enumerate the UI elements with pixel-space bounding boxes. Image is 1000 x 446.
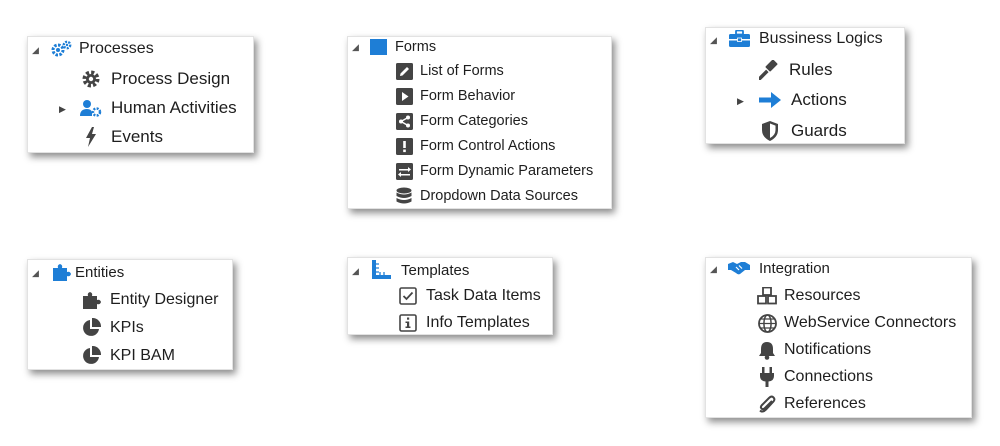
tree-node-bussiness-logics[interactable]: Bussiness Logics: [728, 28, 883, 50]
bell-icon: [757, 341, 777, 360]
business-logics-panel: ◢ Bussiness Logics Rules ▶ Actions Guard…: [705, 27, 905, 144]
tree-node-label: Actions: [791, 90, 847, 109]
tree-node-task-data-items[interactable]: Task Data Items: [398, 284, 541, 308]
tree-node-dropdown-data-sources[interactable]: Dropdown Data Sources: [394, 185, 578, 207]
tree-node-list-of-forms[interactable]: List of Forms: [394, 60, 504, 82]
collapse-toggle-icon[interactable]: ◢: [352, 267, 359, 276]
collapse-toggle-icon[interactable]: ◢: [32, 269, 39, 278]
users-gear-icon: [80, 98, 102, 118]
tree-node-label: Resources: [784, 287, 861, 304]
tree-node-label: References: [784, 395, 866, 412]
tree-node-label: Process Design: [111, 69, 231, 88]
tree-node-label: Bussiness Logics: [759, 30, 883, 47]
ruler-icon: [370, 260, 392, 280]
tree-node-label: Info Templates: [426, 314, 530, 331]
tree-node-guards[interactable]: Guards: [758, 118, 847, 144]
tree-node-label: Notifications: [784, 341, 872, 358]
pencil-icon: [394, 62, 414, 80]
briefcase-icon: [728, 30, 750, 48]
pie-chart-icon: [80, 346, 102, 366]
tree-node-label: KPIs: [110, 319, 144, 336]
tree-node-process-design[interactable]: Process Design: [80, 66, 230, 92]
cubes-icon: [757, 287, 777, 305]
tree-node-notifications[interactable]: Notifications: [757, 338, 871, 362]
tree-node-label: Form Behavior: [420, 88, 516, 104]
chevron-right-icon[interactable]: ▶: [59, 105, 66, 114]
tree-node-actions[interactable]: Actions: [758, 87, 847, 113]
forms-panel: ◢ Forms List of Forms Form Behavior Form…: [347, 36, 612, 209]
tree-node-integration[interactable]: Integration: [728, 258, 830, 278]
tree-node-label: Templates: [401, 261, 470, 279]
tree-node-webservice-connectors[interactable]: WebService Connectors: [757, 311, 956, 335]
tree-node-label: Form Dynamic Parameters: [420, 163, 594, 179]
globe-icon: [757, 313, 777, 333]
handshake-icon: [728, 261, 750, 275]
tree-node-templates[interactable]: Templates: [370, 259, 469, 281]
info-icon: [398, 314, 418, 332]
tree-node-form-dynamic-parameters[interactable]: Form Dynamic Parameters: [394, 160, 593, 182]
share-icon: [394, 112, 414, 130]
tree-node-label: Form Control Actions: [420, 138, 556, 154]
tree-node-events[interactable]: Events: [80, 124, 163, 150]
tree-node-form-behavior[interactable]: Form Behavior: [394, 85, 515, 107]
tree-node-form-categories[interactable]: Form Categories: [394, 110, 528, 132]
tree-node-label: Events: [111, 127, 163, 146]
paperclip-icon: [757, 395, 777, 414]
tree-node-forms[interactable]: Forms: [368, 37, 436, 57]
tree-node-label: Entities: [75, 263, 125, 281]
tree-node-label: Rules: [789, 60, 833, 79]
tree-node-entity-designer[interactable]: Entity Designer: [80, 288, 219, 312]
lightning-icon: [80, 127, 102, 147]
tree-node-connections[interactable]: Connections: [757, 365, 873, 389]
tree-node-label: Integration: [759, 259, 830, 277]
arrow-right-icon: [758, 91, 782, 109]
gear-icon: [80, 69, 102, 89]
shield-icon: [758, 121, 782, 141]
tree-node-entities[interactable]: Entities: [50, 261, 124, 283]
collapse-toggle-icon[interactable]: ◢: [32, 46, 39, 55]
tree-node-label: Dropdown Data Sources: [420, 188, 578, 204]
tree-node-label: Connections: [784, 368, 873, 385]
puzzle-icon: [80, 290, 102, 310]
chevron-right-icon[interactable]: ▶: [737, 97, 744, 106]
cogs-icon: [50, 40, 74, 58]
collapse-toggle-icon[interactable]: ◢: [710, 36, 717, 45]
tree-node-label: Guards: [791, 121, 847, 140]
tree-node-kpis[interactable]: KPIs: [80, 316, 144, 340]
collapse-toggle-icon[interactable]: ◢: [710, 265, 717, 274]
tree-node-label: Forms: [395, 39, 437, 55]
tree-node-human-activities[interactable]: Human Activities: [80, 95, 237, 121]
tree-node-info-templates[interactable]: Info Templates: [398, 311, 530, 335]
exclamation-icon: [394, 137, 414, 155]
plug-icon: [757, 367, 777, 387]
tree-node-label: Entity Designer: [110, 291, 219, 308]
database-icon: [394, 187, 414, 205]
entities-panel: ◢ Entities Entity Designer KPIs KPI BAM: [27, 259, 233, 370]
checkbox-icon: [398, 287, 418, 305]
templates-panel: ◢ Templates Task Data Items Info Templat…: [347, 257, 553, 335]
tree-node-label: Processes: [79, 40, 154, 57]
processes-panel: ◢ Processes Process Design ▶ Human Activ…: [27, 36, 254, 153]
tree-node-form-control-actions[interactable]: Form Control Actions: [394, 135, 555, 157]
collapse-toggle-icon[interactable]: ◢: [352, 43, 359, 52]
tree-node-rules[interactable]: Rules: [758, 57, 832, 83]
exchange-icon: [394, 162, 414, 180]
tree-node-label: Task Data Items: [426, 287, 541, 304]
integration-panel: ◢ Integration Resources WebService Conne…: [705, 257, 972, 418]
play-icon: [394, 87, 414, 105]
pie-chart-icon: [80, 318, 102, 338]
tree-node-processes[interactable]: Processes: [50, 38, 154, 60]
tree-node-label: Human Activities: [111, 98, 237, 117]
tree-node-kpi-bam[interactable]: KPI BAM: [80, 344, 175, 368]
tree-node-label: Form Categories: [420, 113, 528, 129]
gavel-icon: [758, 60, 782, 80]
square-icon: [368, 39, 388, 55]
tree-node-label: KPI BAM: [110, 347, 175, 364]
tree-node-label: List of Forms: [420, 63, 504, 79]
tree-node-resources[interactable]: Resources: [757, 284, 860, 308]
tree-node-references[interactable]: References: [757, 392, 866, 416]
tree-node-label: WebService Connectors: [784, 314, 957, 331]
puzzle-icon: [50, 262, 72, 282]
